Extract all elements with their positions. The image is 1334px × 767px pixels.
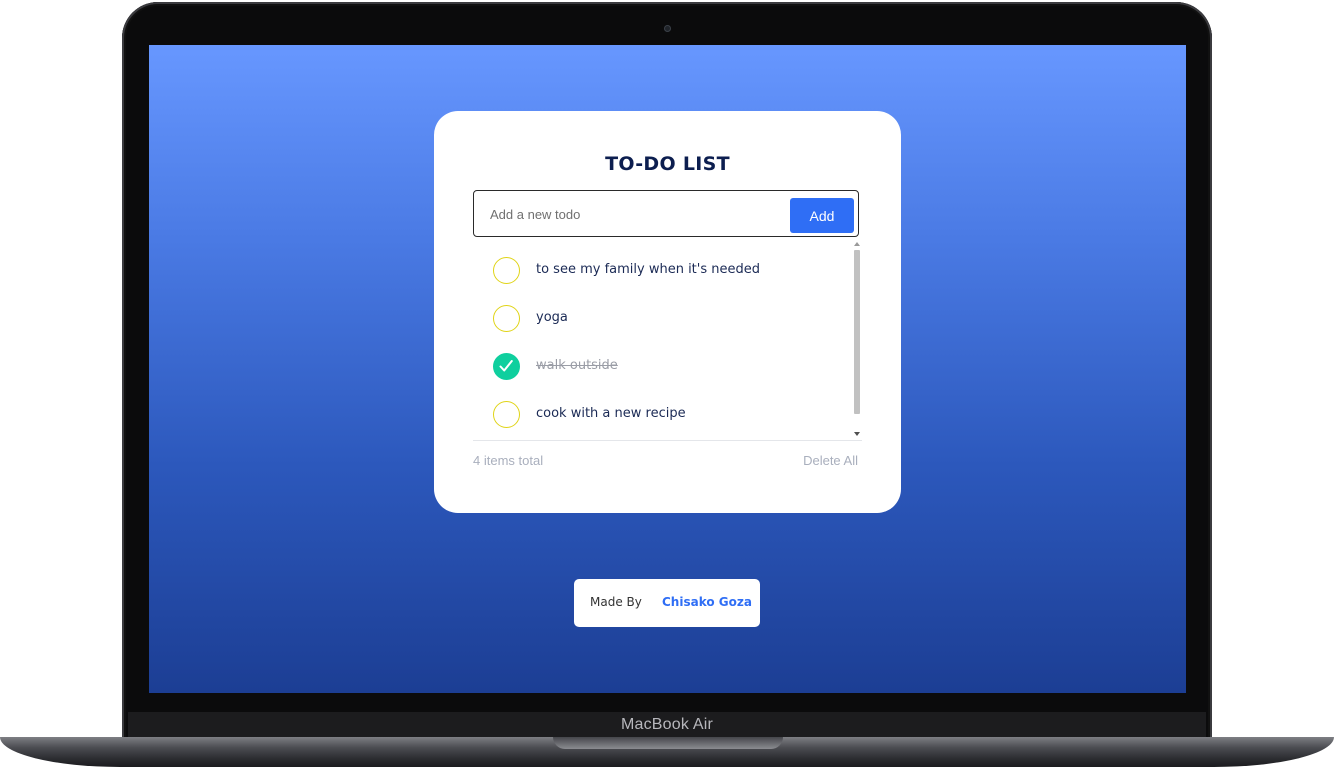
checkbox[interactable] bbox=[493, 257, 520, 284]
credit-label: Made By bbox=[590, 595, 642, 609]
credit-badge: Made By Chisako Goza bbox=[574, 579, 760, 627]
laptop-notch bbox=[553, 737, 783, 749]
todo-card: TO-DO LIST Add to see my family when it'… bbox=[434, 111, 901, 513]
scroll-thumb[interactable] bbox=[854, 250, 860, 414]
page-title: TO-DO LIST bbox=[605, 153, 730, 175]
list-scrollbar[interactable] bbox=[853, 242, 862, 436]
list-item: to see my family when it's needed bbox=[473, 251, 843, 291]
author-link[interactable]: Chisako Goza bbox=[662, 595, 752, 609]
delete-all-button[interactable]: Delete All bbox=[803, 453, 858, 468]
scroll-down-arrow-icon[interactable] bbox=[854, 432, 860, 436]
todo-text: cook with a new recipe bbox=[536, 406, 686, 421]
checkbox[interactable] bbox=[493, 305, 520, 332]
checkbox-checked[interactable] bbox=[493, 353, 520, 380]
checkbox[interactable] bbox=[493, 401, 520, 428]
list-item: walk outside bbox=[473, 347, 843, 387]
laptop-mockup: TO-DO LIST Add to see my family when it'… bbox=[0, 0, 1334, 767]
todo-text: walk outside bbox=[536, 358, 618, 373]
todo-input-row: Add bbox=[473, 190, 859, 237]
scroll-up-arrow-icon[interactable] bbox=[854, 242, 860, 246]
list-item: cook with a new recipe bbox=[473, 395, 843, 435]
camera-icon bbox=[664, 25, 671, 32]
model-name: MacBook Air bbox=[620, 716, 713, 733]
todo-text: yoga bbox=[536, 310, 568, 325]
checkmark-icon bbox=[499, 360, 513, 372]
todo-list: to see my family when it's needed yoga w… bbox=[473, 243, 863, 435]
screen: TO-DO LIST Add to see my family when it'… bbox=[149, 45, 1186, 693]
add-button[interactable]: Add bbox=[790, 198, 854, 233]
divider bbox=[473, 440, 862, 441]
list-item: yoga bbox=[473, 299, 843, 339]
todo-text: to see my family when it's needed bbox=[536, 262, 760, 277]
items-count: 4 items total bbox=[473, 453, 544, 468]
todo-input[interactable] bbox=[484, 200, 796, 228]
